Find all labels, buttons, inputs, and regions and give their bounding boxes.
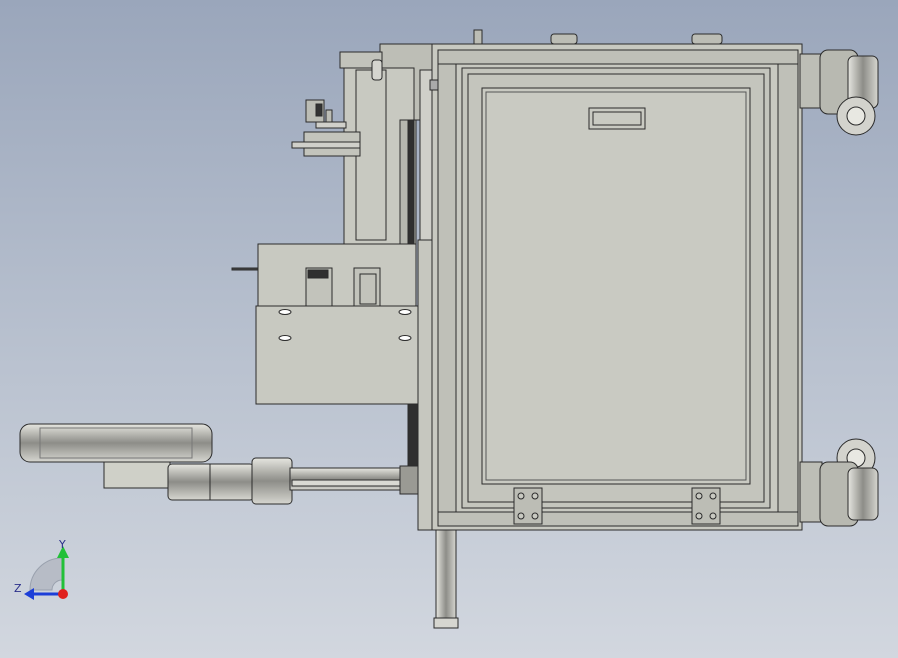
y-axis-label: Y bbox=[58, 538, 66, 551]
triad-rotation-arc bbox=[29, 557, 63, 591]
caster-bottom bbox=[799, 438, 879, 527]
z-axis-arrow bbox=[24, 588, 34, 600]
assembly-model[interactable] bbox=[19, 29, 879, 629]
hinge-right bbox=[691, 487, 721, 525]
z-axis-label: Z bbox=[14, 582, 22, 595]
origin-dot bbox=[58, 589, 68, 599]
bottom-post bbox=[433, 529, 459, 629]
door-handle[interactable] bbox=[588, 107, 646, 130]
hinge-left bbox=[513, 487, 543, 525]
coordinate-triad: Y Z bbox=[14, 538, 69, 600]
cad-viewport[interactable] bbox=[0, 0, 898, 658]
door-panel[interactable] bbox=[481, 87, 751, 485]
handle-arm[interactable] bbox=[19, 423, 419, 505]
caster-top bbox=[799, 49, 879, 136]
